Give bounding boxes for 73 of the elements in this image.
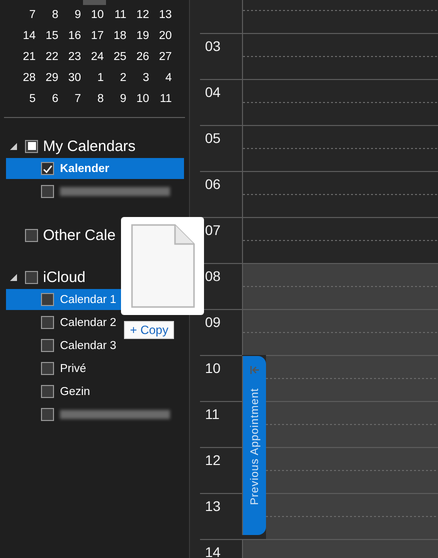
calendar-label: Calendar 2 [60, 316, 116, 328]
time-slot[interactable] [242, 0, 438, 33]
checkbox[interactable] [41, 339, 54, 352]
calendar-day[interactable]: 25 [104, 47, 128, 68]
checkbox[interactable] [25, 228, 38, 242]
arrow-icon [250, 366, 260, 374]
calendar-label: Privé [60, 362, 86, 374]
calendar-day[interactable]: 30 [59, 68, 82, 89]
calendar-day[interactable]: 17 [82, 26, 105, 47]
calendar-day[interactable]: 12 [127, 5, 150, 26]
calendar-item[interactable]: Gezin [6, 381, 90, 402]
checkbox[interactable] [41, 162, 54, 175]
calendar-day[interactable]: 19 [127, 26, 150, 47]
checkbox[interactable] [41, 385, 54, 398]
calendar-day[interactable]: 13 [150, 5, 173, 26]
calendar-day[interactable]: 11 [150, 89, 173, 110]
expand-triangle-icon[interactable] [10, 142, 18, 150]
calendar-day[interactable]: 28 [14, 68, 37, 89]
calendar-item[interactable]: Privé [6, 358, 86, 379]
calendar-day[interactable]: 1 [82, 68, 105, 89]
calendar-day[interactable]: 7 [59, 89, 82, 110]
calendar-day[interactable]: 6 [36, 89, 60, 110]
checkbox[interactable] [41, 408, 54, 421]
time-slot[interactable] [242, 125, 438, 171]
group-label: My Calendars [43, 138, 136, 154]
calendar-label: Calendar 3 [60, 340, 116, 352]
calendar-day[interactable]: 3 [127, 68, 150, 89]
calendar-day[interactable]: 10 [82, 5, 105, 26]
checkbox[interactable] [25, 140, 38, 152]
calendar-day[interactable]: 21 [14, 47, 37, 68]
calendar-day[interactable]: 26 [127, 47, 150, 68]
checkbox[interactable] [41, 362, 54, 375]
calendar-day[interactable]: 23 [59, 47, 82, 68]
time-slot[interactable] [242, 79, 438, 125]
calendar-day[interactable]: 14 [14, 26, 37, 47]
calendar-item[interactable]: Calendar 3 [6, 335, 116, 356]
calendar-day[interactable]: 8 [82, 89, 105, 110]
previous-appointment-button[interactable]: Previous Appointment [242, 356, 266, 535]
calendar-item[interactable]: Kalender [6, 158, 184, 179]
calendar-item[interactable]: Calendar 2 [6, 312, 116, 333]
document-icon [130, 224, 194, 308]
calendar-label: Calendar 1 [60, 294, 116, 306]
calendar-label: Gezin [60, 386, 90, 398]
calendar-day[interactable]: 20 [150, 26, 173, 47]
group-label: Other Cale [43, 226, 116, 244]
calendar-label: Kalender [60, 162, 110, 174]
calendar-day[interactable]: 22 [36, 47, 60, 68]
time-slot[interactable] [242, 217, 438, 263]
calendar-day[interactable]: 27 [150, 47, 173, 68]
checkbox[interactable] [25, 270, 38, 284]
calendar-day[interactable]: 4 [150, 68, 173, 89]
checkbox[interactable] [41, 316, 54, 329]
time-slot[interactable] [242, 171, 438, 217]
expand-triangle-icon[interactable] [10, 274, 18, 280]
calendar-day[interactable]: 24 [82, 47, 105, 68]
calendar-day[interactable]: 7 [14, 5, 37, 26]
calendar-day[interactable]: 18 [104, 26, 128, 47]
day-highlight [83, 0, 106, 5]
calendar-day[interactable]: 9 [59, 5, 82, 26]
calendar-day[interactable]: 29 [36, 68, 60, 89]
calendar-day[interactable]: 2 [104, 68, 128, 89]
calendar-day[interactable]: 8 [36, 5, 60, 26]
copy-tooltip: + Copy [124, 321, 174, 339]
group-label: iCloud [43, 268, 86, 286]
calendar-day[interactable]: 5 [14, 89, 37, 110]
time-slot[interactable] [242, 33, 438, 79]
calendar-day[interactable]: 15 [36, 26, 60, 47]
calendar-day[interactable]: 16 [59, 26, 82, 47]
calendar-day[interactable]: 11 [104, 5, 128, 26]
checkbox[interactable] [41, 293, 54, 306]
calendar-day[interactable]: 10 [127, 89, 150, 110]
calendar-day[interactable]: 9 [104, 89, 128, 110]
checkbox[interactable] [41, 185, 54, 198]
